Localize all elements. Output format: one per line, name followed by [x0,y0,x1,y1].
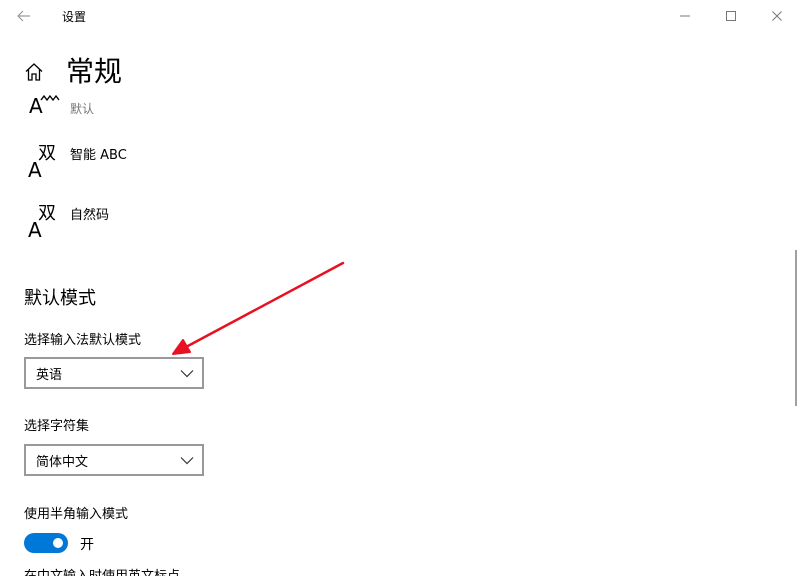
section-heading-default-mode: 默认模式 [24,288,96,309]
minimize-icon [680,15,690,17]
punctuation-label: 在中文输入时使用英文标点 [24,568,180,576]
ime-list-item[interactable]: 双 A 自然码 [24,200,424,256]
page-title: 常规 [66,55,123,88]
back-button[interactable] [10,4,38,28]
minimize-button[interactable] [662,0,708,32]
ime-item-subtitle: 默认 [70,102,95,116]
home-button[interactable] [24,62,44,82]
close-icon [772,11,782,21]
charset-dropdown[interactable]: 简体中文 [24,444,204,476]
ime-double-pinyin-icon: 双 A [28,203,56,242]
ime-double-pinyin-icon: 双 A [28,143,56,182]
close-button[interactable] [754,0,800,32]
ime-default-icon: A [26,88,66,132]
halfwidth-toggle-state: 开 [80,537,94,553]
settings-window: 设置 常规 A 默认 双 A 智能 ABC 双 A 自然码 默认模式 选择输入法… [0,0,800,576]
title-bar: 设置 [0,0,800,32]
svg-text:A: A [29,94,43,118]
ime-item-name: 自然码 [70,208,110,223]
charset-value: 简体中文 [36,455,89,470]
ime-mode-value: 英语 [36,368,63,383]
maximize-button[interactable] [708,0,754,32]
home-icon [25,63,43,81]
ime-list-item[interactable]: A 默认 [24,88,424,144]
chevron-down-icon [180,457,194,465]
ime-list-item[interactable]: 双 A 智能 ABC [24,140,424,196]
back-arrow-icon [17,10,30,22]
halfwidth-toggle[interactable] [24,533,68,553]
charset-label: 选择字符集 [24,419,90,434]
ime-mode-dropdown[interactable]: 英语 [24,357,204,389]
scrollbar-thumb[interactable] [795,250,797,406]
chevron-down-icon [180,370,194,378]
window-title: 设置 [62,10,87,24]
ime-mode-label: 选择输入法默认模式 [24,333,142,348]
toggle-knob [53,538,63,548]
maximize-icon [726,11,736,21]
ime-item-name: 智能 ABC [70,148,127,163]
halfwidth-label: 使用半角输入模式 [24,507,129,522]
